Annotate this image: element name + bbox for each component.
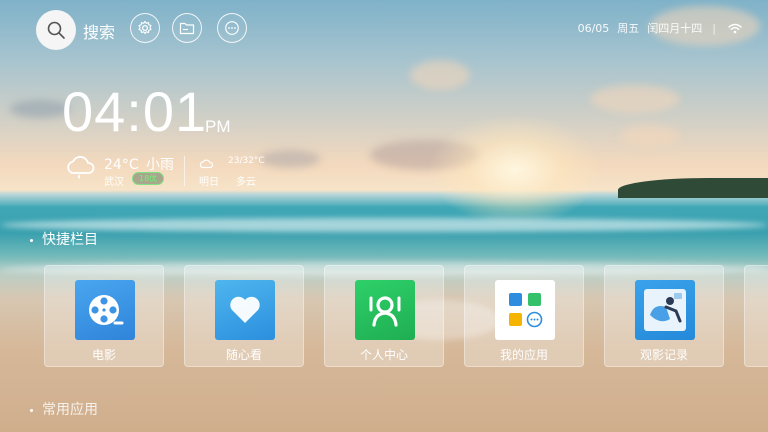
section-common-apps: 常用应用 <box>30 399 98 419</box>
heart-icon <box>215 280 275 340</box>
search-label[interactable]: 搜索 <box>83 19 115 43</box>
section-bullet <box>30 238 33 242</box>
search-icon <box>47 21 65 39</box>
search-button[interactable] <box>36 10 76 50</box>
shortcut-label: 电影 <box>91 348 116 362</box>
clock-ampm: PM <box>205 117 231 136</box>
clock-time: 04:01 <box>62 80 208 143</box>
watch-history-icon <box>635 280 695 340</box>
today-condition: 小雨 <box>146 157 175 173</box>
cloud <box>10 100 70 118</box>
shortcut-label: 观影记录 <box>639 348 688 362</box>
shortcut-label: 个人中心 <box>359 348 408 362</box>
settings-button[interactable] <box>130 13 160 43</box>
sun-glow <box>430 115 600 225</box>
status-bar: 06/05 周五 闰四月十四 | <box>578 20 742 36</box>
apps-grid-icon <box>495 280 555 340</box>
shortcut-personal-center[interactable]: 个人中心 <box>324 265 444 367</box>
settings-icon <box>138 20 152 35</box>
folder-icon <box>179 22 195 35</box>
section-bullet <box>30 408 33 412</box>
section-title: 快捷栏目 <box>42 232 98 248</box>
tomorrow-temperature: 23/32°C <box>228 156 265 166</box>
tomorrow-label: 明日 <box>199 177 219 188</box>
more-button[interactable] <box>217 13 247 43</box>
files-button[interactable] <box>172 13 202 43</box>
rain-cloud-icon <box>64 155 96 187</box>
shortcut-label: 我的应用 <box>499 348 548 362</box>
shortcut-movie[interactable]: 电影 <box>44 265 164 367</box>
shortcut-partial-card[interactable] <box>744 265 768 367</box>
air-quality-badge: 18优 <box>132 172 165 185</box>
section-title: 常用应用 <box>42 402 98 418</box>
shortcut-watch-history[interactable]: 观影记录 <box>604 265 724 367</box>
weather-city: 武汉 <box>104 177 124 188</box>
wifi-icon <box>728 23 742 34</box>
tomorrow-condition: 多云 <box>236 177 256 188</box>
today-temperature: 24°C <box>104 157 139 173</box>
movie-reel-icon <box>75 280 135 340</box>
top-bar: 搜索 06/05 周五 闰四月十四 | <box>0 0 768 56</box>
lunar-date-text: 闰四月十四 <box>647 22 703 35</box>
cloud <box>620 125 680 147</box>
cloud <box>260 150 320 168</box>
island <box>618 178 768 198</box>
weekday-text: 周五 <box>617 22 640 35</box>
date-text: 06/05 <box>577 21 610 35</box>
shortcut-label: 随心看 <box>225 348 262 362</box>
shortcut-free-watch[interactable]: 随心看 <box>184 265 304 367</box>
section-shortcuts: 快捷栏目 <box>30 229 98 249</box>
weather-today: 24°C 小雨 <box>104 154 174 174</box>
wave-foam <box>0 218 768 232</box>
status-separator: | <box>712 21 716 35</box>
cloud <box>410 60 470 90</box>
cloudy-icon <box>199 155 214 174</box>
person-icon <box>355 280 415 340</box>
wallpaper-beach <box>0 0 768 432</box>
more-icon <box>225 21 239 35</box>
weather-divider <box>184 156 185 186</box>
shortcut-my-apps[interactable]: 我的应用 <box>464 265 584 367</box>
cloud <box>590 85 680 113</box>
